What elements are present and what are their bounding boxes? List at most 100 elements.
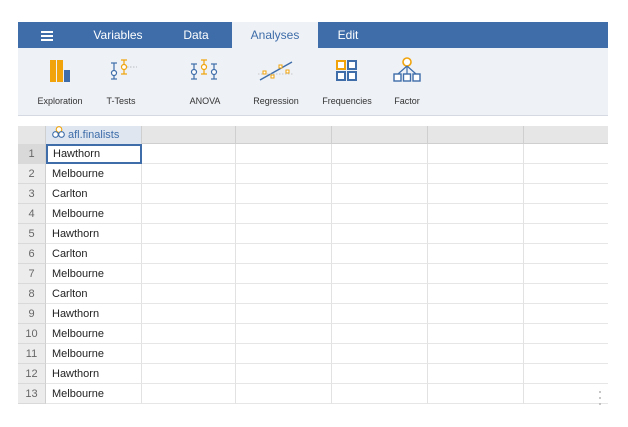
- empty-cell[interactable]: [142, 164, 236, 184]
- empty-cell[interactable]: [524, 364, 608, 384]
- data-cell[interactable]: Melbourne: [46, 344, 142, 364]
- empty-cell[interactable]: [428, 364, 524, 384]
- empty-cell[interactable]: [236, 384, 332, 404]
- row-number[interactable]: 13: [18, 384, 46, 404]
- empty-cell[interactable]: [236, 224, 332, 244]
- row-number[interactable]: 6: [18, 244, 46, 264]
- column-header-empty[interactable]: [236, 126, 332, 144]
- empty-cell[interactable]: [236, 184, 332, 204]
- data-cell[interactable]: Hawthorn: [46, 224, 142, 244]
- data-cell[interactable]: Melbourne: [46, 164, 142, 184]
- empty-cell[interactable]: [142, 364, 236, 384]
- column-header-afl-finalists[interactable]: afl.finalists: [46, 126, 142, 144]
- data-cell[interactable]: Hawthorn: [46, 144, 142, 164]
- empty-cell[interactable]: [142, 324, 236, 344]
- empty-cell[interactable]: [428, 164, 524, 184]
- empty-cell[interactable]: [142, 304, 236, 324]
- empty-cell[interactable]: [236, 264, 332, 284]
- empty-cell[interactable]: [524, 284, 608, 304]
- empty-cell[interactable]: [428, 344, 524, 364]
- empty-cell[interactable]: [428, 224, 524, 244]
- corner-cell[interactable]: [18, 126, 46, 144]
- frequencies-button[interactable]: Frequencies: [314, 56, 380, 110]
- empty-cell[interactable]: [142, 204, 236, 224]
- exploration-button[interactable]: Exploration: [30, 56, 90, 110]
- row-number[interactable]: 3: [18, 184, 46, 204]
- empty-cell[interactable]: [332, 264, 428, 284]
- empty-cell[interactable]: [332, 144, 428, 164]
- empty-cell[interactable]: [142, 344, 236, 364]
- column-header-empty[interactable]: [428, 126, 524, 144]
- empty-cell[interactable]: [428, 144, 524, 164]
- empty-cell[interactable]: [524, 244, 608, 264]
- empty-cell[interactable]: [236, 344, 332, 364]
- empty-cell[interactable]: [428, 324, 524, 344]
- empty-cell[interactable]: [142, 384, 236, 404]
- row-number[interactable]: 10: [18, 324, 46, 344]
- scroll-handle[interactable]: [596, 388, 604, 409]
- empty-cell[interactable]: [332, 244, 428, 264]
- empty-cell[interactable]: [236, 204, 332, 224]
- column-header-empty[interactable]: [332, 126, 428, 144]
- data-cell[interactable]: Melbourne: [46, 264, 142, 284]
- row-number[interactable]: 9: [18, 304, 46, 324]
- empty-cell[interactable]: [428, 264, 524, 284]
- empty-cell[interactable]: [332, 204, 428, 224]
- empty-cell[interactable]: [332, 324, 428, 344]
- empty-cell[interactable]: [236, 144, 332, 164]
- empty-cell[interactable]: [142, 224, 236, 244]
- empty-cell[interactable]: [428, 384, 524, 404]
- data-cell[interactable]: Carlton: [46, 244, 142, 264]
- empty-cell[interactable]: [332, 224, 428, 244]
- data-cell[interactable]: Carlton: [46, 284, 142, 304]
- empty-cell[interactable]: [524, 344, 608, 364]
- empty-cell[interactable]: [332, 304, 428, 324]
- empty-cell[interactable]: [332, 164, 428, 184]
- empty-cell[interactable]: [142, 284, 236, 304]
- empty-cell[interactable]: [428, 284, 524, 304]
- data-cell[interactable]: Melbourne: [46, 324, 142, 344]
- empty-cell[interactable]: [142, 184, 236, 204]
- empty-cell[interactable]: [142, 244, 236, 264]
- empty-cell[interactable]: [524, 204, 608, 224]
- regression-button[interactable]: Regression: [244, 56, 308, 110]
- t-tests-button[interactable]: T-Tests: [96, 56, 146, 110]
- tab-edit[interactable]: Edit: [320, 22, 376, 48]
- empty-cell[interactable]: [332, 384, 428, 404]
- row-number[interactable]: 4: [18, 204, 46, 224]
- empty-cell[interactable]: [428, 244, 524, 264]
- empty-cell[interactable]: [428, 184, 524, 204]
- row-number[interactable]: 5: [18, 224, 46, 244]
- row-number[interactable]: 7: [18, 264, 46, 284]
- anova-button[interactable]: ANOVA: [180, 56, 230, 110]
- data-cell[interactable]: Melbourne: [46, 384, 142, 404]
- factor-button[interactable]: Factor: [382, 56, 432, 110]
- empty-cell[interactable]: [332, 184, 428, 204]
- tab-data[interactable]: Data: [162, 22, 230, 48]
- data-cell[interactable]: Carlton: [46, 184, 142, 204]
- main-menu-button[interactable]: [18, 22, 76, 48]
- data-cell[interactable]: Hawthorn: [46, 304, 142, 324]
- empty-cell[interactable]: [236, 164, 332, 184]
- empty-cell[interactable]: [428, 204, 524, 224]
- tab-variables[interactable]: Variables: [76, 22, 160, 48]
- empty-cell[interactable]: [524, 224, 608, 244]
- empty-cell[interactable]: [524, 264, 608, 284]
- empty-cell[interactable]: [236, 364, 332, 384]
- empty-cell[interactable]: [428, 304, 524, 324]
- empty-cell[interactable]: [524, 164, 608, 184]
- data-cell[interactable]: Hawthorn: [46, 364, 142, 384]
- empty-cell[interactable]: [332, 344, 428, 364]
- empty-cell[interactable]: [236, 284, 332, 304]
- empty-cell[interactable]: [332, 364, 428, 384]
- row-number[interactable]: 11: [18, 344, 46, 364]
- row-number[interactable]: 1: [18, 144, 46, 164]
- empty-cell[interactable]: [524, 304, 608, 324]
- empty-cell[interactable]: [524, 184, 608, 204]
- empty-cell[interactable]: [332, 284, 428, 304]
- row-number[interactable]: 12: [18, 364, 46, 384]
- data-cell[interactable]: Melbourne: [46, 204, 142, 224]
- column-header-empty[interactable]: [142, 126, 236, 144]
- column-header-empty[interactable]: [524, 126, 608, 144]
- empty-cell[interactable]: [142, 264, 236, 284]
